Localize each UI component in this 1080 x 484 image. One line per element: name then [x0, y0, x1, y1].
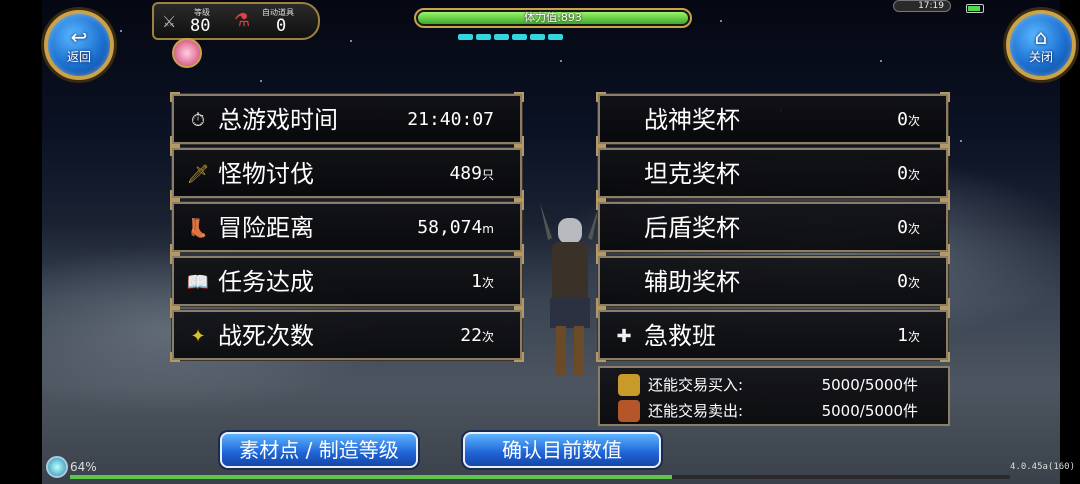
level-icon: ⚔: [162, 12, 177, 31]
materials-button[interactable]: 素材点 / 制造等级: [220, 432, 418, 468]
stat-row: 后盾奖杯 0次: [596, 200, 950, 254]
battery-icon: [966, 4, 984, 13]
stopwatch-icon: ⏱: [190, 109, 206, 131]
potion-icon[interactable]: ⚗: [234, 10, 250, 31]
stat-label: 任务达成: [218, 268, 314, 296]
stat-row: ✦ 战死次数 22次: [170, 308, 524, 362]
progress-percent: 64%: [70, 460, 97, 474]
stat-value: 58,074m: [417, 217, 494, 238]
back-arrow-icon: ↩: [70, 24, 88, 49]
close-label: 关闭: [1028, 49, 1053, 64]
sword-icon: 🗡: [186, 163, 210, 185]
level-panel: 等级 80 ⚔ ⚗ 自动道具 0: [152, 2, 320, 40]
stat-row: ⏱ 总游戏时间 21:40:07: [170, 92, 524, 146]
stat-value: 21:40:07: [407, 109, 494, 130]
trade-panel: 还能交易买入: 5000/5000件 还能交易卖出: 5000/5000件: [598, 366, 950, 426]
stamina-segments: [458, 34, 563, 40]
right-letterbox: [1060, 0, 1080, 484]
progress-fill: [70, 475, 672, 479]
trade-sell-label: 还能交易卖出:: [648, 402, 744, 420]
stat-row: 战神奖杯 0次: [596, 92, 950, 146]
spiral-star-icon: ✦: [190, 325, 206, 347]
stat-value: 0次: [897, 109, 920, 130]
trade-sell-value: 5000/5000件: [821, 402, 918, 420]
stat-label: 怪物讨伐: [218, 160, 314, 188]
stat-value: 0次: [897, 271, 920, 292]
stat-value: 0次: [897, 217, 920, 238]
stat-label: 战死次数: [218, 322, 314, 350]
stat-value: 0次: [897, 163, 920, 184]
stat-label: 后盾奖杯: [644, 214, 740, 242]
stat-label: 冒险距离: [218, 214, 314, 242]
stat-value: 1次: [471, 271, 494, 292]
stat-row: 坦克奖杯 0次: [596, 146, 950, 200]
level-value: 80: [190, 16, 211, 36]
stat-label: 急救班: [644, 322, 716, 350]
stat-row: ✚ 急救班 1次: [596, 308, 950, 362]
progress-ring-icon: [46, 456, 68, 478]
left-letterbox: [0, 0, 42, 484]
version-label: 4.0.45a(160): [1010, 462, 1076, 472]
stat-label: 坦克奖杯: [644, 160, 740, 188]
book-icon: 📖: [186, 271, 210, 293]
treasure-buy-icon: [618, 374, 640, 396]
close-button[interactable]: ⌂ 关闭: [1006, 10, 1076, 80]
progress-bar: [70, 475, 1010, 479]
stat-row: 📖 任务达成 1次: [170, 254, 524, 308]
back-label: 返回: [66, 49, 91, 64]
trade-buy-value: 5000/5000件: [821, 376, 918, 394]
trade-row-sell: 还能交易卖出: 5000/5000件: [600, 400, 948, 422]
stat-value: 489只: [449, 163, 494, 184]
home-icon: ⌂: [1034, 24, 1048, 49]
stat-value: 22次: [460, 325, 494, 346]
gift-icon[interactable]: [172, 38, 202, 68]
stat-row: 🗡 怪物讨伐 489只: [170, 146, 524, 200]
stat-row: 辅助奖杯 0次: [596, 254, 950, 308]
medic-icon: ✚: [616, 325, 632, 347]
stat-label: 战神奖杯: [644, 106, 740, 134]
stamina-label: 体力值:893: [524, 11, 582, 24]
clock: 17:19: [893, 0, 951, 12]
trade-row-buy: 还能交易买入: 5000/5000件: [600, 374, 948, 396]
auto-item-value: 0: [276, 16, 287, 36]
back-button[interactable]: ↩ 返回: [44, 10, 114, 80]
stat-label: 辅助奖杯: [644, 268, 740, 296]
trade-buy-label: 还能交易买入:: [648, 376, 744, 394]
stat-row: 👢 冒险距离 58,074m: [170, 200, 524, 254]
treasure-sell-icon: [618, 400, 640, 422]
stamina-bar: 体力值:893: [414, 8, 692, 28]
boot-icon: 👢: [186, 217, 210, 239]
confirm-values-button[interactable]: 确认目前数值: [463, 432, 661, 468]
stat-label: 总游戏时间: [218, 106, 338, 134]
stat-value: 1次: [897, 325, 920, 346]
